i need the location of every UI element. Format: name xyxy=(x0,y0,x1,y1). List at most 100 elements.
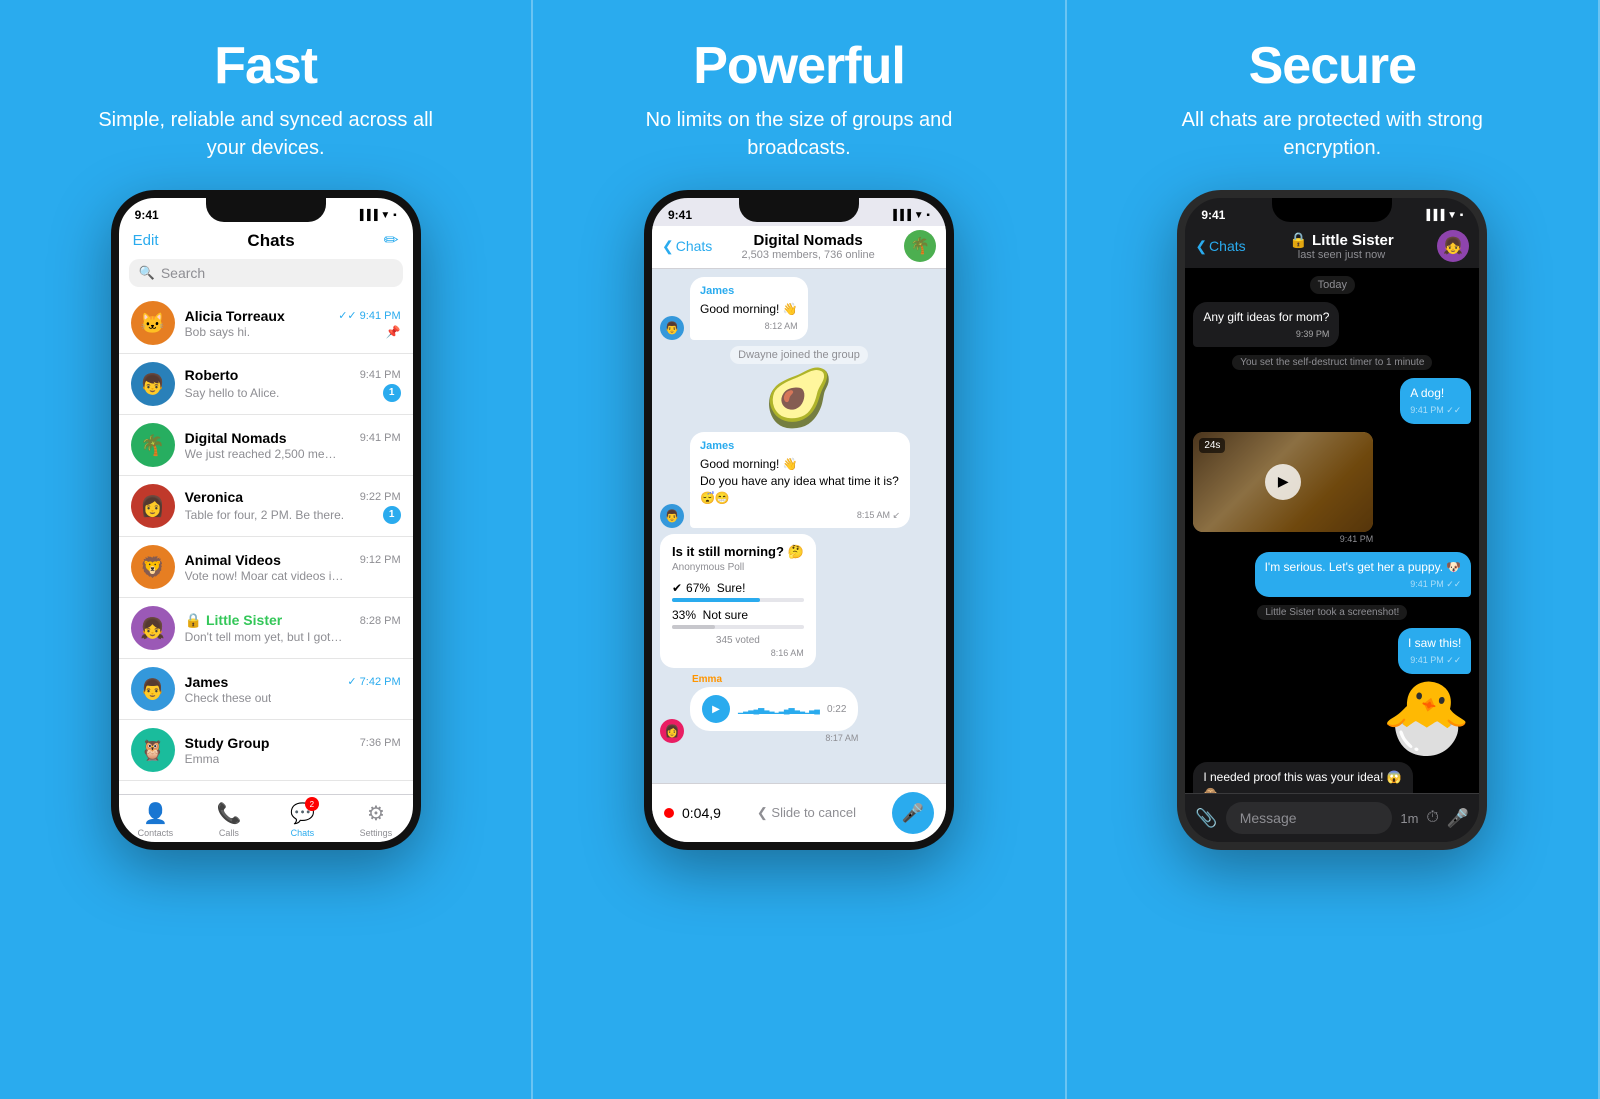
msg-i-saw: I saw this! 9:41 PM ✓✓ xyxy=(1398,628,1471,673)
msg-james-1: 👨 James Good morning! 👋 8:12 AM xyxy=(660,277,938,340)
voice-wave: ▁▂▃▄▅▃▂▁▂▄▅▃▂▁▃▄ xyxy=(738,705,819,714)
video-play-icon[interactable]: ▶ xyxy=(1265,464,1301,500)
nav-label-settings: Settings xyxy=(360,828,393,838)
badge-roberto: 1 xyxy=(383,384,401,402)
status-icons-2: ▐▐▐ ▼ ▪ xyxy=(890,210,930,221)
chat-item-james[interactable]: 👨 James ✓ 7:42 PM Check these out xyxy=(119,659,413,720)
chats-icon-wrap: 💬 2 xyxy=(290,801,315,826)
secret-avatar: 👧 xyxy=(1437,230,1469,262)
chat-name-veronica: Veronica xyxy=(185,489,243,505)
calls-icon: 📞 xyxy=(216,801,241,826)
nav-calls[interactable]: 📞 Calls xyxy=(192,801,266,838)
video-thumb[interactable]: ▶ 24s xyxy=(1193,432,1373,532)
chat-info-james: James ✓ 7:42 PM Check these out xyxy=(185,674,401,705)
poll-bubble: Is it still morning? 🤔 Anonymous Poll ✔ … xyxy=(660,534,816,668)
emma-bubble-wrap: Emma ▶ ▁▂▃▄▅▃▂▁▂▄▅▃▂▁▃▄ 0:22 8:17 AM xyxy=(690,674,858,743)
nav-chats[interactable]: 💬 2 Chats xyxy=(266,801,340,838)
play-btn[interactable]: ▶ xyxy=(702,695,730,723)
status-time-1: 9:41 xyxy=(135,208,159,222)
group-screen: 9:41 ▐▐▐ ▼ ▪ ❮ Chats Digital Nomads 2,50… xyxy=(652,198,946,842)
checkmark-icon: ✔ xyxy=(672,581,682,595)
group-center: Digital Nomads 2,503 members, 736 online xyxy=(718,232,898,261)
chat-preview-study-group: Emma xyxy=(185,752,220,766)
chat-preview-little-sister: Don't tell mom yet, but I got the job! I… xyxy=(185,630,345,644)
avatar-digital-nomads: 🌴 xyxy=(131,423,175,467)
pin-icon-alicia: 📌 xyxy=(386,325,401,339)
chat-info-digital-nomads: Digital Nomads 9:41 PM We just reached 2… xyxy=(185,430,401,461)
screenshot-notice: Little Sister took a screenshot! xyxy=(1257,605,1407,620)
chat-time-study-group: 7:36 PM xyxy=(360,737,401,749)
msg-time-serious: 9:41 PM ✓✓ xyxy=(1265,578,1462,591)
back-btn[interactable]: ❮ Chats xyxy=(662,238,712,255)
msg-time-james-1: 8:12 AM xyxy=(700,320,798,333)
video-time: 9:41 PM xyxy=(1193,534,1373,544)
chat-name-little-sister: 🔒 Little Sister xyxy=(185,612,283,629)
contacts-icon: 👤 xyxy=(143,801,168,826)
search-input[interactable]: Search xyxy=(161,265,205,281)
msg-serious: I'm serious. Let's get her a puppy. 🐶 9:… xyxy=(1255,552,1472,597)
secret-status: last seen just now xyxy=(1252,249,1432,261)
panel-fast-title: Fast xyxy=(214,36,317,96)
nav-label-calls: Calls xyxy=(219,828,239,838)
chat-item-veronica[interactable]: 👩 Veronica 9:22 PM Table for four, 2 PM.… xyxy=(119,476,413,537)
chats-edit-btn[interactable]: Edit xyxy=(133,232,159,249)
chats-header: Edit Chats ✏ xyxy=(119,226,413,259)
chat-info-little-sister: 🔒 Little Sister 8:28 PM Don't tell mom y… xyxy=(185,612,401,644)
nav-label-contacts: Contacts xyxy=(138,828,174,838)
msg-text-james-1: Good morning! 👋 xyxy=(700,301,798,318)
poll-option-label-sure: ✔ 67% Sure! xyxy=(672,581,804,595)
status-icons-3: ▐▐▐ ▼ ▪ xyxy=(1423,210,1463,221)
message-input[interactable]: Message xyxy=(1226,802,1393,834)
chat-preview-veronica: Table for four, 2 PM. Be there. xyxy=(185,508,344,522)
chat-preview-james: Check these out xyxy=(185,691,272,705)
chat-name-james: James xyxy=(185,674,229,690)
msg-time-dog: 9:41 PM ✓✓ xyxy=(1410,404,1461,417)
mic-btn[interactable]: 🎤 xyxy=(892,792,934,834)
sender-james-1: James xyxy=(700,284,798,299)
sender-emma: Emma xyxy=(690,674,858,685)
nav-settings[interactable]: ⚙ Settings xyxy=(339,801,413,838)
chat-item-study-group[interactable]: 🦉 Study Group 7:36 PM Emma xyxy=(119,720,413,781)
group-avatar: 🌴 xyxy=(904,230,936,262)
msg-time-james-2: 8:15 AM ↙ xyxy=(700,509,900,522)
secret-back-btn[interactable]: ❮ Chats xyxy=(1195,238,1245,255)
msg-gift-ideas: Any gift ideas for mom? 9:39 PM xyxy=(1193,302,1339,347)
chats-screen: 9:41 ▐▐▐ ▼ ▪ Edit Chats ✏ 🔍 Search 🐱 xyxy=(119,198,413,842)
phone-chats: 9:41 ▐▐▐ ▼ ▪ Edit Chats ✏ 🔍 Search 🐱 xyxy=(111,190,421,850)
compose-btn[interactable]: ✏ xyxy=(384,230,399,251)
record-time: 0:04,9 xyxy=(682,805,721,821)
chat-item-digital-nomads[interactable]: 🌴 Digital Nomads 9:41 PM We just reached… xyxy=(119,415,413,476)
avatar-james: 👨 xyxy=(131,667,175,711)
poll-bar-fill-notsure xyxy=(672,625,715,629)
chat-name-animal-videos: Animal Videos xyxy=(185,552,281,568)
chat-info-alicia: Alicia Torreaux ✓✓ 9:41 PM Bob says hi. … xyxy=(185,308,401,339)
status-icons-1: ▐▐▐ ▼ ▪ xyxy=(356,210,396,221)
record-bar: 0:04,9 ❮ Slide to cancel 🎤 xyxy=(652,783,946,842)
timer-icon[interactable]: ⏱ xyxy=(1426,809,1438,827)
poll-option-label-notsure: 33% Not sure xyxy=(672,608,804,622)
msg-time-gift: 9:39 PM xyxy=(1203,328,1329,341)
chat-preview-roberto: Say hello to Alice. xyxy=(185,386,280,400)
chat-info-veronica: Veronica 9:22 PM Table for four, 2 PM. B… xyxy=(185,489,401,524)
avatar-study-group: 🦉 xyxy=(131,728,175,772)
settings-icon: ⚙ xyxy=(367,801,385,826)
secret-screen: 9:41 ▐▐▐ ▼ ▪ ❮ Chats 🔒 Little Sister las… xyxy=(1185,198,1479,842)
nav-contacts[interactable]: 👤 Contacts xyxy=(119,801,193,838)
msg-proof: I needed proof this was your idea! 😱🙈 9:… xyxy=(1193,762,1413,793)
voice-bubble[interactable]: ▶ ▁▂▃▄▅▃▂▁▂▄▅▃▂▁▃▄ 0:22 xyxy=(690,687,858,731)
search-bar[interactable]: 🔍 Search xyxy=(129,259,403,287)
chat-time-roberto: 9:41 PM xyxy=(360,369,401,381)
mic-icon[interactable]: 🎤 xyxy=(1447,808,1469,829)
attach-btn[interactable]: 📎 xyxy=(1195,808,1217,829)
secret-back-label: Chats xyxy=(1209,238,1246,254)
chat-item-animal-videos[interactable]: 🦁 Animal Videos 9:12 PM Vote now! Moar c… xyxy=(119,537,413,598)
chat-preview-alicia: Bob says hi. xyxy=(185,325,250,339)
chat-item-little-sister[interactable]: 👧 🔒 Little Sister 8:28 PM Don't tell mom… xyxy=(119,598,413,659)
secret-name: 🔒 Little Sister xyxy=(1252,231,1432,249)
group-members: 2,503 members, 736 online xyxy=(718,249,898,261)
chat-item-alicia[interactable]: 🐱 Alicia Torreaux ✓✓ 9:41 PM Bob says hi… xyxy=(119,293,413,354)
phone-secret: 9:41 ▐▐▐ ▼ ▪ ❮ Chats 🔒 Little Sister las… xyxy=(1177,190,1487,850)
chat-item-roberto[interactable]: 👦 Roberto 9:41 PM Say hello to Alice. 1 xyxy=(119,354,413,415)
mini-avatar-emma: 👩 xyxy=(660,719,684,743)
group-name: Digital Nomads xyxy=(718,232,898,249)
